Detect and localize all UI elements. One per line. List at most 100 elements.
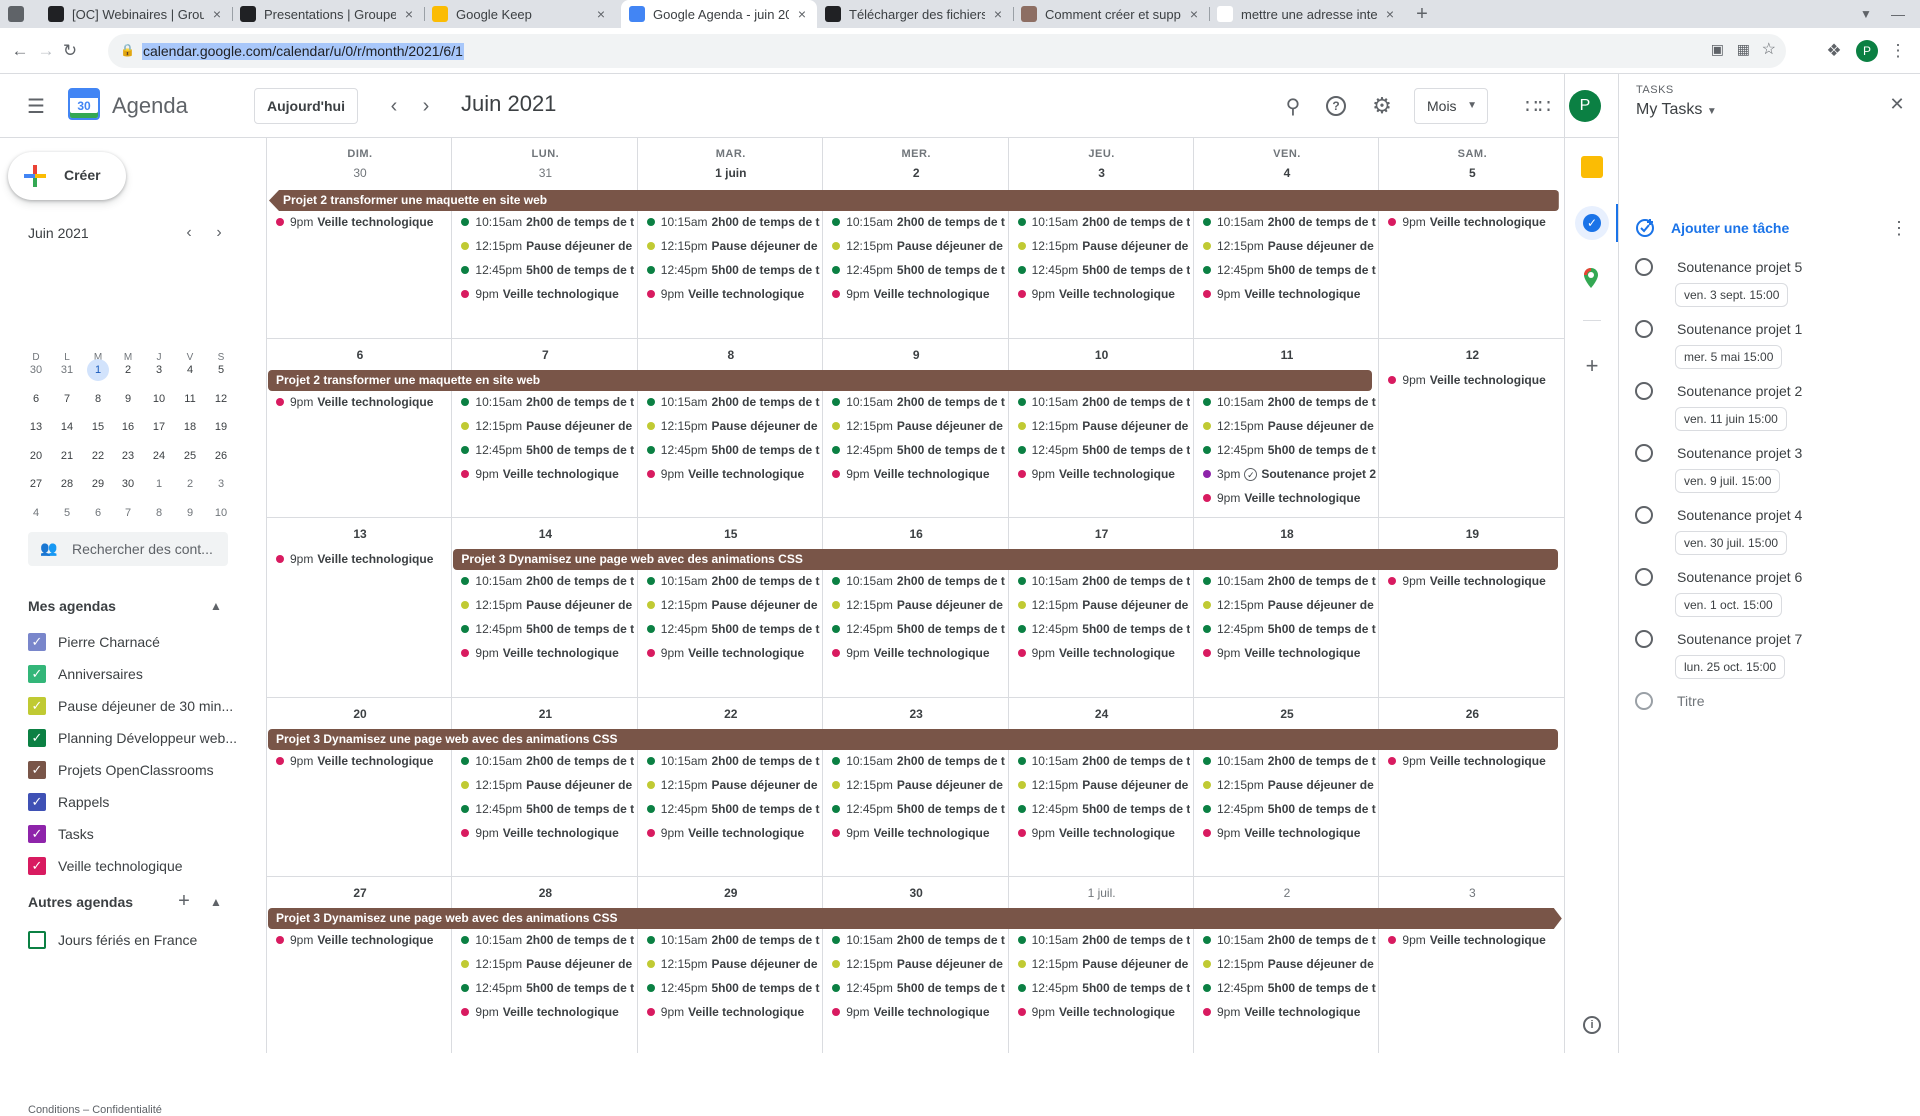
reload-icon[interactable]: ↻ [60,41,80,61]
day-number[interactable]: 12 [1379,348,1565,362]
event-chip[interactable]: 9pm Veille technologique [1380,370,1564,390]
task-complete-circle-icon[interactable] [1635,444,1653,462]
mini-day[interactable]: 2 [113,358,143,382]
task-item[interactable]: Soutenance projet 6 ven. 1 oct. 15:00 [1635,565,1915,627]
mini-day[interactable]: 15 [83,415,113,439]
calendar-item[interactable]: ✓ Planning Développeur web... [28,722,258,754]
mini-day[interactable]: 18 [175,415,205,439]
add-task-button[interactable]: Ajouter une tâche [1671,220,1789,236]
tab-close-icon[interactable]: × [594,6,608,22]
add-addon-icon[interactable]: + [1580,353,1604,378]
today-button[interactable]: Aujourd'hui [254,88,358,124]
event-chip[interactable]: 9pm Veille technologique [1195,284,1379,304]
event-chip[interactable]: 9pm Veille technologique [824,1002,1008,1022]
day-number[interactable]: 21 [452,707,638,721]
day-number[interactable]: 30 [267,166,453,180]
event-chip[interactable]: 9pm Veille technologique [1195,643,1379,663]
new-task-row[interactable]: Titre [1635,689,1915,751]
task-due-date-chip[interactable]: ven. 11 juin 15:00 [1675,407,1787,431]
event-chip[interactable]: 10:15am 2h00 de temps de t [824,571,1008,591]
checkbox-icon[interactable]: ✓ [28,857,46,875]
event-chip[interactable]: 9pm Veille technologique [1010,823,1194,843]
event-chip[interactable]: 9pm Veille technologique [453,464,637,484]
task-due-date-chip[interactable]: ven. 30 juil. 15:00 [1675,531,1788,555]
mini-day[interactable]: 27 [21,472,51,496]
browser-profile-avatar[interactable]: P [1856,40,1878,62]
tab-close-icon[interactable]: × [795,6,809,22]
mini-day[interactable]: 2 [175,472,205,496]
event-chip[interactable]: 12:15pm Pause déjeuner de [1195,775,1379,795]
day-number[interactable]: 8 [638,348,824,362]
mini-day[interactable]: 10 [206,501,236,525]
collapse-other-chevron-icon[interactable]: ▲ [206,892,226,912]
task-due-date-chip[interactable]: lun. 25 oct. 15:00 [1675,655,1786,679]
event-chip[interactable]: 9pm Veille technologique [1380,212,1564,232]
event-chip[interactable]: 9pm Veille technologique [268,930,452,950]
mini-day[interactable]: 30 [113,472,143,496]
window-minimize-icon[interactable]: — [1888,4,1908,24]
event-chip[interactable]: 12:45pm 5h00 de temps de t [453,978,637,998]
event-chip[interactable]: 12:15pm Pause déjeuner de [824,236,1008,256]
event-chip[interactable]: 12:45pm 5h00 de temps de t [453,619,637,639]
event-chip[interactable]: 12:15pm Pause déjeuner de [453,236,637,256]
task-item[interactable]: Soutenance projet 7 lun. 25 oct. 15:00 [1635,627,1915,689]
event-chip[interactable]: 9pm Veille technologique [639,284,823,304]
event-chip[interactable]: 12:45pm 5h00 de temps de t [824,440,1008,460]
task-options-icon[interactable]: ⋮ [1890,218,1908,238]
mini-day[interactable]: 28 [52,472,82,496]
people-search[interactable]: 👥 Rechercher des cont... [28,532,228,566]
checkbox-icon[interactable]: ✓ [28,697,46,715]
event-chip[interactable]: 10:15am 2h00 de temps de t [824,392,1008,412]
mini-day[interactable]: 17 [144,415,174,439]
task-item[interactable]: Soutenance projet 5 ven. 3 sept. 15:00 [1635,255,1915,317]
event-chip[interactable]: 12:45pm 5h00 de temps de t [1195,619,1379,639]
event-chip[interactable]: 3pm ✓ Soutenance projet 2 [1195,464,1379,484]
task-list-selector[interactable]: My Tasks ▼ [1636,101,1717,119]
event-chip[interactable]: 9pm Veille technologique [268,751,452,771]
next-period-icon[interactable]: › [410,90,442,122]
event-chip[interactable]: 12:45pm 5h00 de temps de t [1010,440,1194,460]
info-icon[interactable]: i [1583,1016,1601,1034]
day-number[interactable]: 9 [823,348,1009,362]
event-chip[interactable]: 10:15am 2h00 de temps de t [824,212,1008,232]
mini-day[interactable]: 20 [21,444,51,468]
event-chip[interactable]: 12:45pm 5h00 de temps de t [639,799,823,819]
tab-search-icon[interactable]: ▼ [1856,4,1876,24]
task-due-date-chip[interactable]: ven. 9 juil. 15:00 [1675,469,1781,493]
day-number[interactable]: 5 [1379,166,1565,180]
tab-close-icon[interactable]: × [210,6,224,22]
day-number[interactable]: 17 [1009,527,1195,541]
event-chip[interactable]: 12:45pm 5h00 de temps de t [1195,440,1379,460]
task-item[interactable]: Soutenance projet 2 ven. 11 juin 15:00 [1635,379,1915,441]
qr-icon[interactable]: ▦ [1737,41,1750,58]
event-chip[interactable]: 9pm Veille technologique [824,823,1008,843]
mini-day[interactable]: 12 [206,387,236,411]
day-number[interactable]: 1 juin [638,166,824,180]
task-complete-circle-icon[interactable] [1635,382,1653,400]
previous-period-icon[interactable]: ‹ [378,90,410,122]
event-chip[interactable]: 12:15pm Pause déjeuner de [453,595,637,615]
event-chip[interactable]: 9pm Veille technologique [1195,488,1379,508]
checkbox-icon[interactable] [28,931,46,949]
event-chip[interactable]: 9pm Veille technologique [1010,643,1194,663]
event-chip[interactable]: 10:15am 2h00 de temps de t [639,392,823,412]
checkbox-icon[interactable]: ✓ [28,665,46,683]
event-chip[interactable]: 12:15pm Pause déjeuner de [1195,236,1379,256]
maps-icon[interactable] [1583,268,1599,288]
event-chip[interactable]: 9pm Veille technologique [453,823,637,843]
day-number[interactable]: 28 [452,886,638,900]
day-number[interactable]: 13 [267,527,453,541]
add-task-icon[interactable] [1635,218,1655,238]
bookmark-star-icon[interactable]: ☆ [1762,39,1776,59]
browser-tab[interactable]: Presentations | Groupe | Wor × [232,0,424,28]
event-chip[interactable]: 10:15am 2h00 de temps de t [453,212,637,232]
event-chip[interactable]: 10:15am 2h00 de temps de t [1010,930,1194,950]
event-chip[interactable]: 9pm Veille technologique [453,1002,637,1022]
mini-day[interactable]: 8 [83,387,113,411]
mini-day[interactable]: 16 [113,415,143,439]
event-chip[interactable]: 12:15pm Pause déjeuner de [1010,775,1194,795]
mini-day[interactable]: 5 [206,358,236,382]
mini-day[interactable]: 24 [144,444,174,468]
mini-day[interactable]: 8 [144,501,174,525]
task-due-date-chip[interactable]: ven. 1 oct. 15:00 [1675,593,1782,617]
